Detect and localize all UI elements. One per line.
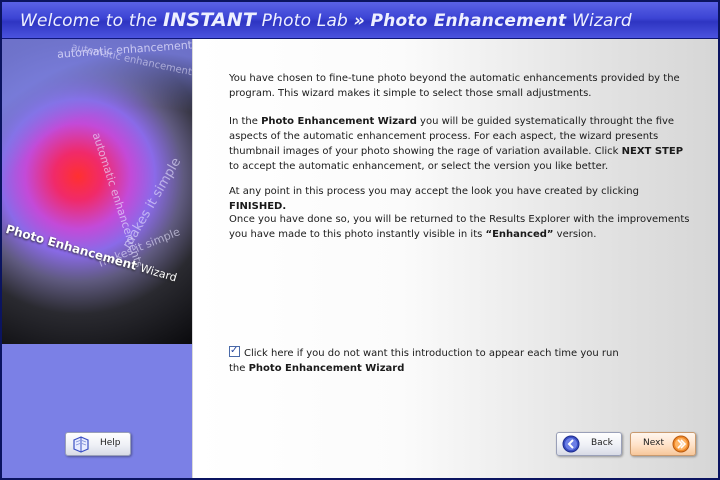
wizard-window: Welcome to the INSTANT Photo Lab » Photo… bbox=[0, 0, 720, 480]
help-book-icon bbox=[73, 436, 89, 453]
text-run: In the bbox=[229, 116, 262, 127]
title-brand-suffix: Photo Lab bbox=[261, 11, 349, 31]
text-run: to accept the automatic enhancement, or … bbox=[229, 161, 609, 172]
sidebar-panel: automatic enhancements automatic enhance… bbox=[2, 39, 192, 478]
next-arrow-icon bbox=[672, 435, 690, 453]
text-run: Once you have done so, you will be retur… bbox=[229, 214, 690, 240]
wizard-name: Photo Enhancement Wizard bbox=[261, 116, 417, 127]
skip-intro-label[interactable]: Click here if you do not want this intro… bbox=[244, 348, 619, 359]
text-run: version. bbox=[553, 229, 597, 240]
skip-intro-wizard-name: Photo Enhancement Wizard bbox=[248, 363, 405, 374]
skip-intro-label-2: the bbox=[229, 363, 249, 374]
enhanced-term: “Enhanced” bbox=[485, 229, 554, 240]
title-wizard-name: Photo Enhancement bbox=[370, 11, 567, 31]
back-arrow-icon bbox=[562, 435, 580, 453]
help-label: Help bbox=[100, 438, 121, 448]
results-paragraph: Once you have done so, you will be retur… bbox=[229, 212, 699, 242]
text-run: At any point in this process you may acc… bbox=[229, 186, 639, 197]
finished-term: FINISHED. bbox=[229, 201, 287, 212]
title-bar: Welcome to the INSTANT Photo Lab » Photo… bbox=[2, 2, 718, 39]
back-button[interactable]: Back bbox=[556, 432, 622, 456]
intro-paragraph: You have chosen to fine-tune photo beyon… bbox=[229, 73, 680, 99]
intro-option: Click here if you do not want this intro… bbox=[229, 343, 649, 376]
next-button[interactable]: Next bbox=[630, 432, 696, 456]
window-title: Welcome to the INSTANT Photo Lab » Photo… bbox=[20, 9, 632, 31]
next-label: Next bbox=[643, 438, 664, 448]
content-area: You have chosen to fine-tune photo beyon… bbox=[193, 39, 718, 478]
finish-paragraph: At any point in this process you may acc… bbox=[229, 184, 699, 214]
help-button[interactable]: Help bbox=[65, 432, 131, 456]
guide-paragraph: In the Photo Enhancement Wizard you will… bbox=[229, 114, 699, 174]
skip-intro-checkbox[interactable] bbox=[229, 343, 240, 358]
title-wizard-word: Wizard bbox=[571, 11, 632, 31]
title-brand: INSTANT bbox=[162, 9, 257, 31]
title-prefix: Welcome to the bbox=[20, 11, 158, 31]
back-label: Back bbox=[591, 438, 613, 448]
title-separator: » bbox=[353, 11, 365, 31]
next-step-term: NEXT STEP bbox=[621, 146, 684, 157]
